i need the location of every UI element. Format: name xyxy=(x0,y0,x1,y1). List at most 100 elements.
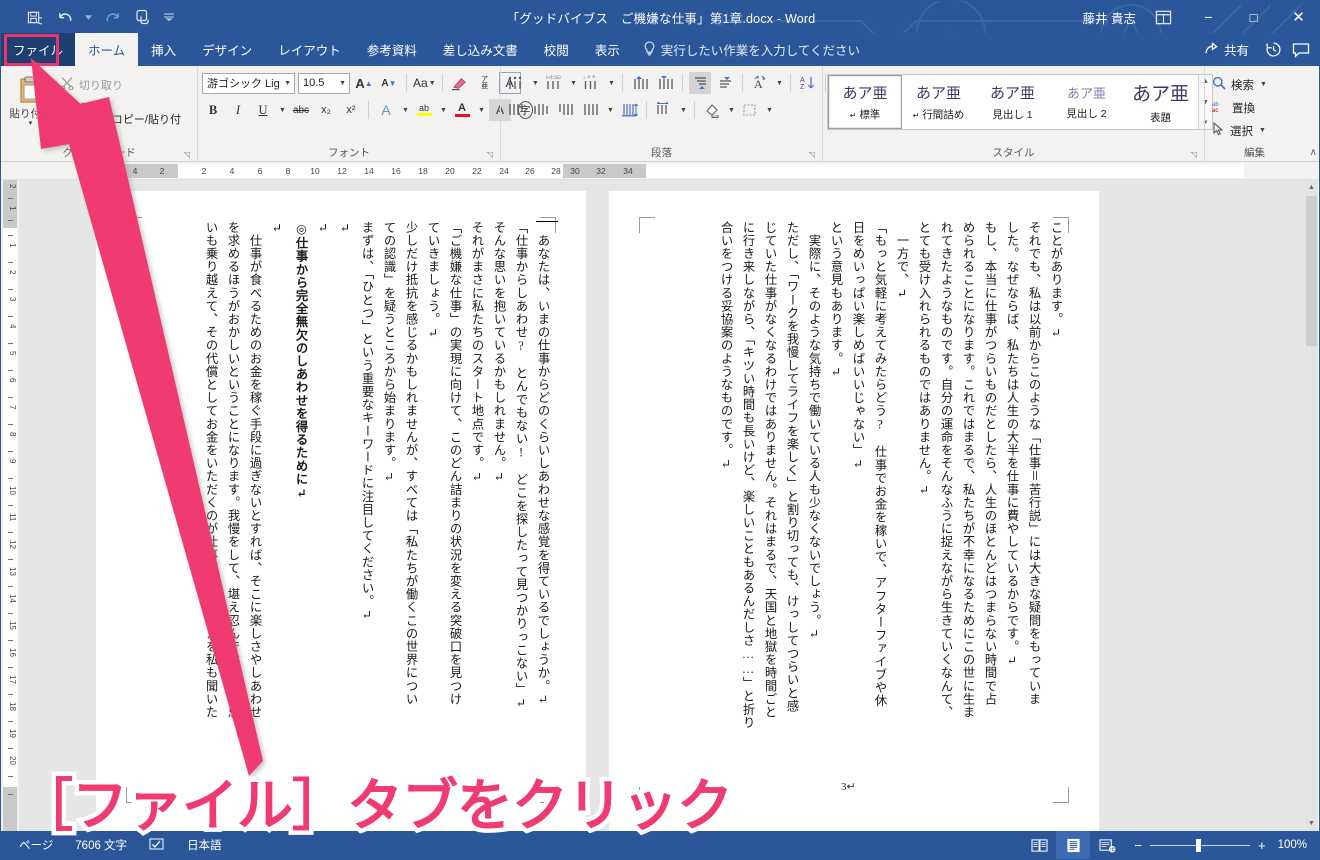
decrease-indent-button[interactable] xyxy=(629,72,651,94)
replace-button[interactable]: ab ac 置換 xyxy=(1209,96,1258,119)
cut-button[interactable]: 切り取り xyxy=(56,74,193,95)
font-dialog-launcher[interactable]: ◹ xyxy=(487,150,493,159)
tab-mailings[interactable]: 差し込み文書 xyxy=(430,33,531,66)
numbering-button[interactable]: ㈠㈡㈢ xyxy=(543,72,565,94)
style-item-heading2[interactable]: あア亜 見出し 2 xyxy=(1050,75,1124,129)
bullets-button[interactable] xyxy=(505,72,527,94)
shading-button[interactable] xyxy=(701,99,723,121)
find-dropdown-icon[interactable]: ▼ xyxy=(1260,81,1267,88)
style-item-title[interactable]: あア亜 表題 xyxy=(1124,75,1198,129)
page-right[interactable]: ことがあります。↵ それでも、私は以前からこのような「仕事＝苦行説」には大きな疑… xyxy=(609,191,1099,831)
customize-qat-icon[interactable] xyxy=(163,7,175,27)
paste-dropdown-icon[interactable]: ▾ xyxy=(29,120,33,127)
multilevel-dropdown-icon[interactable]: ▼ xyxy=(606,72,616,94)
comments-icon[interactable] xyxy=(1289,38,1313,62)
horizontal-ruler[interactable]: 6 4 2 2 4 6 8 10 12 14 16 18 20 22 24 26… xyxy=(1,162,1319,180)
style-item-normal[interactable]: あア亜 ↵ 標準 xyxy=(828,75,902,129)
strikethrough-button[interactable]: abc xyxy=(290,99,312,121)
zoom-in-button[interactable]: + xyxy=(1258,838,1266,853)
text-effects-button[interactable]: A xyxy=(375,99,397,121)
highlight-dropdown-icon[interactable]: ▼ xyxy=(438,99,448,121)
quick-access-toolbar[interactable] xyxy=(1,7,175,27)
version-history-icon[interactable] xyxy=(1261,38,1285,62)
tab-layout[interactable]: レイアウト xyxy=(265,33,354,66)
close-button[interactable]: ✕ xyxy=(1276,1,1319,33)
touch-mouse-mode-icon[interactable] xyxy=(132,7,154,27)
vertical-scrollbar[interactable]: ▲ ▼ xyxy=(1305,180,1318,831)
account-card-icon[interactable] xyxy=(1150,4,1176,30)
text-effects-dropdown-icon[interactable]: ▼ xyxy=(400,99,410,121)
view-print-layout[interactable] xyxy=(1056,831,1091,859)
select-dropdown-icon[interactable]: ▼ xyxy=(1259,127,1266,134)
line-spacing-button[interactable] xyxy=(618,99,640,121)
increase-indent-button[interactable] xyxy=(654,72,676,94)
paste-button[interactable]: 貼り付け ▾ xyxy=(5,71,56,127)
select-button[interactable]: 選択 ▼ xyxy=(1209,119,1269,142)
align-center-button[interactable] xyxy=(530,99,552,121)
clipboard-dialog-launcher[interactable]: ◹ xyxy=(184,150,190,159)
style-item-heading1[interactable]: あア亜 見出し 1 xyxy=(976,75,1050,129)
asian-layout-button[interactable]: A xyxy=(749,72,771,94)
minimize-button[interactable]: − xyxy=(1186,1,1231,33)
font-color-dropdown-icon[interactable]: ▼ xyxy=(476,99,486,121)
view-web-layout[interactable] xyxy=(1090,831,1124,859)
borders-button[interactable] xyxy=(739,99,761,121)
view-read-mode[interactable] xyxy=(1022,831,1056,859)
tab-review[interactable]: 校閲 xyxy=(531,33,582,66)
tab-design[interactable]: デザイン xyxy=(189,33,265,66)
sort-button[interactable]: AZ xyxy=(797,72,819,94)
zoom-control[interactable]: − + xyxy=(1134,838,1265,853)
align-right-button[interactable] xyxy=(505,99,527,121)
font-size-caret-icon[interactable]: ▼ xyxy=(339,80,346,87)
grid-dropdown-icon[interactable]: ▼ xyxy=(678,99,688,121)
zoom-level[interactable]: 100% xyxy=(1278,839,1307,851)
scroll-down-icon[interactable]: ▼ xyxy=(1305,816,1318,831)
font-size-combo[interactable]: 10.5 ▼ xyxy=(298,72,350,94)
zoom-out-button[interactable]: − xyxy=(1134,838,1142,853)
paragraph-dialog-launcher[interactable]: ◹ xyxy=(809,150,815,159)
user-name[interactable]: 藤井 貴志 xyxy=(1083,8,1136,27)
tab-view[interactable]: 表示 xyxy=(582,33,633,66)
borders-dropdown-icon[interactable]: ▼ xyxy=(764,99,774,121)
scroll-up-icon[interactable]: ▲ xyxy=(1305,180,1318,195)
share-button[interactable]: 共有 xyxy=(1196,37,1257,63)
superscript-button[interactable]: x² xyxy=(340,99,362,121)
change-case-button[interactable]: Aa ▼ xyxy=(413,72,436,94)
align-left-button[interactable] xyxy=(555,99,577,121)
justify-dropdown-icon[interactable]: ▼ xyxy=(605,99,615,121)
zoom-slider-track[interactable] xyxy=(1149,838,1250,852)
document-canvas[interactable]: あなたは、いまの仕事からどのくらいしあわせな感覚を得ているでしょうか。↵ 「仕事… xyxy=(19,180,1307,831)
undo-dropdown-icon[interactable] xyxy=(85,7,92,27)
tab-references[interactable]: 参考資料 xyxy=(354,33,430,66)
grid-settings-button[interactable] xyxy=(653,99,675,121)
bold-button[interactable]: B xyxy=(202,99,224,121)
grow-font-button[interactable]: A ▲ xyxy=(353,72,375,94)
tell-me-box[interactable]: 実行したい作業を入力してください xyxy=(633,33,870,66)
font-name-combo[interactable]: 游ゴシック Ligh ▼ xyxy=(202,72,295,94)
asian-layout-dropdown-icon[interactable]: ▼ xyxy=(774,72,784,94)
highlight-color-button[interactable]: ab xyxy=(413,99,435,121)
multilevel-list-button[interactable]: ⅰⅱⅲ xyxy=(581,72,603,94)
align-bottom-button[interactable] xyxy=(714,72,736,94)
underline-button[interactable]: U xyxy=(252,99,274,121)
redo-icon[interactable] xyxy=(101,7,123,27)
subscript-button[interactable]: x₂ xyxy=(315,99,337,121)
styles-dialog-launcher[interactable]: ◹ xyxy=(1191,150,1197,159)
phonetic-guide-button[interactable]: ア亜 xyxy=(474,72,496,94)
format-painter-button[interactable]: 書式のコピー/貼り付け xyxy=(56,114,193,142)
bullets-dropdown-icon[interactable]: ▼ xyxy=(530,72,540,94)
font-color-button[interactable]: A xyxy=(451,99,473,121)
shading-dropdown-icon[interactable]: ▼ xyxy=(726,99,736,121)
maximize-button[interactable]: □ xyxy=(1231,1,1276,33)
styles-gallery[interactable]: あア亜 ↵ 標準 あア亜 ↵ 行間詰め あア亜 見出し 1 あア亜 見出し 2 xyxy=(827,74,1213,130)
underline-dropdown-icon[interactable]: ▼ xyxy=(277,99,287,121)
vertical-ruler[interactable]: 2 1 1 2 3 4 5 6 7 8 9 10 11 12 13 14 15 … xyxy=(1,180,19,831)
numbering-dropdown-icon[interactable]: ▼ xyxy=(568,72,578,94)
align-top-button[interactable] xyxy=(689,72,711,94)
page-left[interactable]: あなたは、いまの仕事からどのくらいしあわせな感覚を得ているでしょうか。↵ 「仕事… xyxy=(96,191,586,831)
scrollbar-thumb[interactable] xyxy=(1306,196,1317,346)
undo-icon[interactable] xyxy=(54,7,76,27)
zoom-slider-thumb[interactable] xyxy=(1195,838,1201,852)
save-icon[interactable] xyxy=(23,7,45,27)
clear-formatting-button[interactable] xyxy=(449,72,471,94)
